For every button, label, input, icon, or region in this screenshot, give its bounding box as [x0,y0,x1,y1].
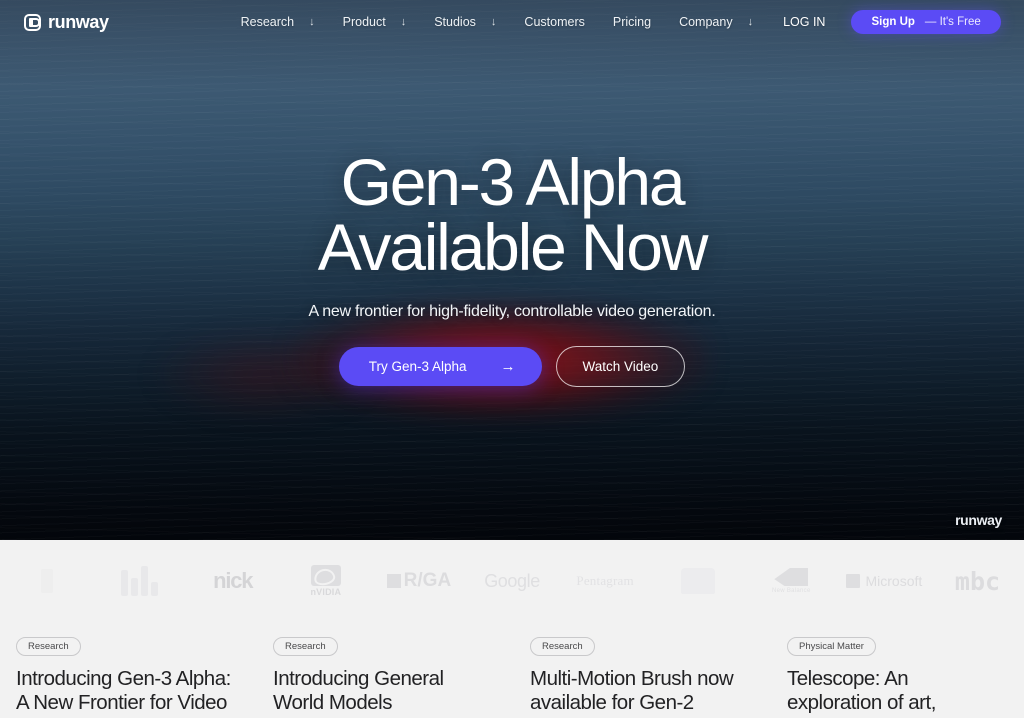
signup-button[interactable]: Sign Up — It's Free [851,10,1001,34]
google-logo-label: Google [484,570,540,591]
article-title: Telescope: An exploration of art, techno… [787,667,985,718]
new-balance-logo-label: New Balance [771,588,811,594]
mbc-logo: mbc [931,567,1024,596]
nav-item-customers[interactable]: Customers [510,15,598,29]
nav-actions: LOG IN Sign Up — It's Free [767,10,1011,34]
rga-logo: R/GA [372,570,465,592]
nav-item-studios[interactable]: Studios ↓ [420,15,510,29]
chevron-down-icon: ↓ [309,15,315,28]
nav-item-pricing[interactable]: Pricing [599,15,665,29]
google-logo: Google [465,571,558,592]
page-title: Gen-3 Alpha Available Now [317,149,709,285]
partial-logo-left [0,569,93,593]
arrow-right-icon: → [500,357,516,375]
signup-suffix: — It's Free [924,16,981,28]
nav-label: Customers [524,15,585,29]
chevron-down-icon: ↓ [747,15,754,28]
primary-cta-label: Try Gen-3 Alpha [368,358,467,374]
new-balance-mark-icon [774,568,809,586]
nickelodeon-logo: nick [186,568,279,594]
nickelodeon-logo-label: nick [213,568,253,593]
status-badge: Research [273,637,338,656]
watch-video-button[interactable]: Watch Video [555,345,686,387]
nav-label: Studios [434,15,476,29]
new-balance-logo: New Balance [745,568,838,594]
pentagram-logo-label: Pentagram [576,573,634,588]
logo-marquee-track: nick nVIDIA R/GA Google Pentagram New Ba… [0,565,1024,597]
nvidia-eye-icon [310,565,341,586]
chevron-down-icon: ↓ [490,15,497,28]
pentagram-logo: Pentagram [559,573,652,589]
microsoft-logo-label: Microsoft [865,573,923,589]
article-card[interactable]: Research Introducing Gen-3 Alpha: A New … [16,636,237,718]
nvidia-logo-label: nVIDIA [310,587,342,597]
partial-logo-2 [93,566,186,596]
hero-cta-group: Try Gen-3 Alpha → Watch Video [338,345,686,387]
video-watermark: runway [955,512,1002,528]
nav-item-company[interactable]: Company ↓ [665,15,767,29]
article-title: Introducing Gen-3 Alpha: A New Frontier … [16,667,231,718]
status-badge: Research [530,637,595,656]
nav-links: Research ↓ Product ↓ Studios ↓ Customers… [227,15,767,29]
article-card[interactable]: Physical Matter Telescope: An exploratio… [787,636,1008,718]
article-title: Introducing General World Models [273,667,444,715]
chevron-down-icon: ↓ [400,15,407,28]
client-logo-bar: nick nVIDIA R/GA Google Pentagram New Ba… [0,540,1024,622]
microsoft-logo: Microsoft [838,573,931,589]
nav-label: Research [240,15,295,29]
login-button[interactable]: LOG IN [767,15,841,29]
mbc-logo-label: mbc [954,566,1001,596]
nav-item-product[interactable]: Product ↓ [329,15,421,29]
article-card[interactable]: Research Multi-Motion Brush now availabl… [530,636,751,718]
hero-title-line-2: Available Now [317,210,709,285]
status-badge: Physical Matter [787,637,876,656]
hero-section: runway Research ↓ Product ↓ Studios ↓ Cu… [0,0,1024,540]
nav-item-research[interactable]: Research ↓ [227,15,329,29]
status-badge: Research [16,637,81,656]
try-gen3-alpha-button[interactable]: Try Gen-3 Alpha → [338,346,542,386]
partial-logo-8 [652,568,745,594]
brand-name: runway [48,12,109,32]
nav-label: Pricing [612,15,652,29]
rga-logo-label: R/GA [403,570,452,591]
article-title: Multi-Motion Brush now available for Gen… [530,667,734,715]
article-card[interactable]: Research Introducing General World Model… [273,636,494,718]
brand-logo[interactable]: runway [24,13,109,31]
rga-square-icon [386,574,401,588]
nav-label: Product [342,15,386,29]
signup-label: Sign Up [871,16,915,28]
hero-subtitle: A new frontier for high-fidelity, contro… [308,302,716,320]
article-card-grid: Research Introducing Gen-3 Alpha: A New … [0,622,1024,718]
runway-logo-icon [24,13,41,31]
microsoft-grid-icon [846,574,861,588]
hero-title-line-1: Gen-3 Alpha [340,145,686,219]
hero-content: Gen-3 Alpha Available Now A new frontier… [0,0,1024,540]
main-navigation: runway Research ↓ Product ↓ Studios ↓ Cu… [0,0,1024,44]
nav-label: Company [679,15,733,29]
nvidia-logo: nVIDIA [279,565,372,597]
